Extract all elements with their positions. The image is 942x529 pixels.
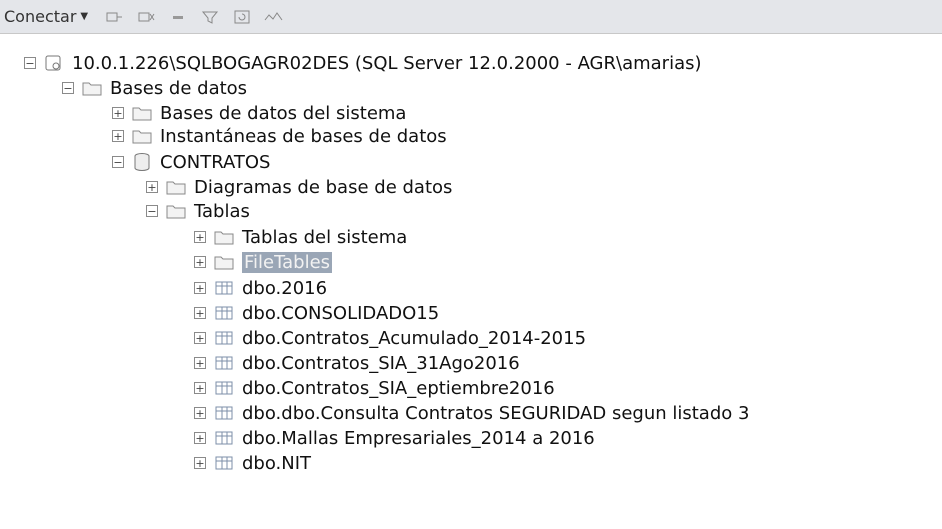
tree-node-label: CONTRATOS	[160, 151, 271, 173]
tree-node-label: Tablas	[194, 200, 250, 222]
expand-icon[interactable]: +	[194, 231, 206, 243]
collapse-icon[interactable]: −	[24, 57, 36, 69]
expand-icon[interactable]: +	[146, 181, 158, 193]
expand-icon[interactable]: +	[112, 107, 124, 119]
expand-icon[interactable]: +	[194, 256, 206, 268]
table-icon	[214, 429, 234, 447]
collapse-icon[interactable]: −	[112, 156, 124, 168]
tree-node-tables[interactable]: − Tablas	[146, 198, 250, 224]
table-icon	[214, 379, 234, 397]
expand-icon[interactable]: +	[194, 282, 206, 294]
tree-node-table[interactable]: + dbo.2016	[194, 275, 327, 301]
tree-node-label: Tablas del sistema	[242, 226, 408, 248]
table-icon	[214, 404, 234, 422]
table-icon	[214, 354, 234, 372]
tree-node-table[interactable]: + dbo.CONSOLIDADO15	[194, 300, 439, 326]
expand-icon[interactable]: +	[194, 432, 206, 444]
tree-node-label: dbo.NIT	[242, 452, 312, 474]
expand-icon[interactable]: +	[194, 332, 206, 344]
tree-node-label: Bases de datos del sistema	[160, 102, 407, 124]
expand-icon[interactable]: +	[194, 407, 206, 419]
folder-icon	[166, 178, 186, 196]
refresh-icon[interactable]	[232, 8, 252, 26]
server-icon	[44, 54, 64, 72]
tree-node-server[interactable]: − 10.0.1.226\SQLBOGAGR02DES (SQL Server …	[24, 50, 702, 76]
tree-node-label: dbo.CONSOLIDADO15	[242, 302, 440, 324]
tree-node-label: Diagramas de base de datos	[194, 176, 453, 198]
tree-node-database-contratos[interactable]: − CONTRATOS	[112, 149, 270, 175]
expand-icon[interactable]: +	[194, 357, 206, 369]
tree-node-diagrams[interactable]: + Diagramas de base de datos	[146, 174, 452, 200]
table-icon	[214, 454, 234, 472]
tree-node-label: dbo.Contratos_SIA_31Ago2016	[242, 352, 520, 374]
expand-icon[interactable]: +	[194, 307, 206, 319]
chevron-down-icon: ▼	[80, 11, 89, 22]
tree-node-label: dbo.dbo.Consulta Contratos SEGURIDAD seg…	[242, 402, 750, 424]
tree-node-snapshots[interactable]: + Instantáneas de bases de datos	[112, 123, 447, 149]
connect-dropdown[interactable]: Conectar ▼	[4, 7, 88, 26]
tree-node-label: dbo.Contratos_Acumulado_2014-2015	[242, 327, 587, 349]
tree-node-label: dbo.2016	[242, 277, 328, 299]
activity-monitor-icon[interactable]	[264, 8, 284, 26]
expand-icon[interactable]: +	[194, 382, 206, 394]
tree-node-filetables[interactable]: + FileTables	[194, 249, 333, 275]
tree-node-label: Bases de datos	[110, 77, 248, 99]
tree-node-label: dbo.Contratos_SIA_eptiembre2016	[242, 377, 555, 399]
filter-icon[interactable]	[200, 8, 220, 26]
tree-node-table[interactable]: + dbo.Contratos_Acumulado_2014-2015	[194, 325, 586, 351]
expand-icon[interactable]: +	[194, 457, 206, 469]
collapse-icon[interactable]: −	[62, 82, 74, 94]
stop-icon[interactable]	[168, 8, 188, 26]
folder-icon	[214, 253, 234, 271]
tree-node-table[interactable]: + dbo.Contratos_SIA_31Ago2016	[194, 350, 520, 376]
disconnect-icon[interactable]	[136, 8, 156, 26]
expand-icon[interactable]: +	[112, 130, 124, 142]
tree-node-table[interactable]: + dbo.Mallas Empresariales_2014 a 2016	[194, 425, 595, 451]
tree-node-table[interactable]: + dbo.NIT	[194, 450, 311, 476]
tree-node-label: Instantáneas de bases de datos	[160, 125, 447, 147]
folder-icon	[132, 104, 152, 122]
connect-label: Conectar	[4, 7, 77, 26]
database-icon	[132, 153, 152, 172]
table-icon	[214, 329, 234, 347]
tree-node-databases[interactable]: − Bases de datos	[62, 75, 247, 101]
tree-node-table[interactable]: + dbo.Contratos_SIA_eptiembre2016	[194, 375, 555, 401]
folder-icon	[82, 79, 102, 97]
collapse-icon[interactable]: −	[146, 205, 158, 217]
object-explorer-toolbar: Conectar ▼	[0, 0, 942, 34]
folder-icon	[166, 202, 186, 220]
connect-icon[interactable]	[104, 8, 124, 26]
folder-icon	[214, 228, 234, 246]
table-icon	[214, 304, 234, 322]
tree-node-system-tables[interactable]: + Tablas del sistema	[194, 224, 407, 250]
tree-node-label-selected: FileTables	[242, 251, 333, 273]
folder-icon	[132, 127, 152, 145]
table-icon	[214, 279, 234, 297]
tree-node-label: 10.0.1.226\SQLBOGAGR02DES (SQL Server 12…	[72, 52, 702, 74]
tree-node-label: dbo.Mallas Empresariales_2014 a 2016	[242, 427, 595, 449]
tree-node-table[interactable]: + dbo.dbo.Consulta Contratos SEGURIDAD s…	[194, 400, 749, 426]
